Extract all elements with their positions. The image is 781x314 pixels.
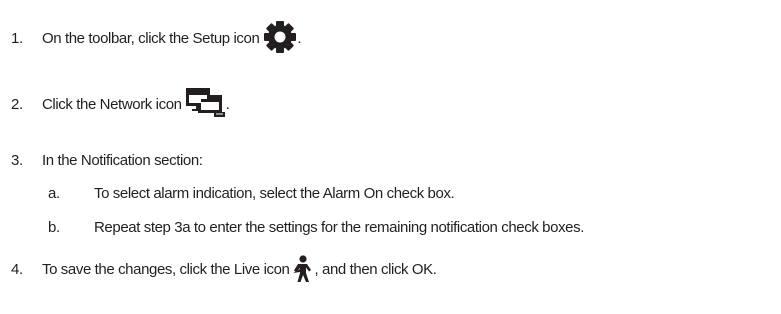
- step-text: To save the changes, click the Live icon: [42, 260, 290, 278]
- step-text-end: , and then click OK.: [314, 260, 437, 278]
- instruction-page: 1. On the toolbar, click the Setup icon .…: [0, 0, 781, 314]
- substep-3b: b. Repeat step 3a to enter the settings f…: [48, 218, 584, 238]
- gear-icon: [263, 20, 297, 54]
- substep-letter: a.: [48, 185, 60, 202]
- step-text: In the Notification section:: [42, 152, 203, 169]
- step-number: 1.: [11, 29, 23, 47]
- step-number: 4.: [11, 260, 23, 278]
- step-text-end: .: [297, 29, 302, 47]
- step-1: 1. On the toolbar, click the Setup icon .: [11, 20, 302, 56]
- network-icon: [185, 86, 226, 118]
- substep-text: To select alarm indication, select the A…: [94, 185, 455, 202]
- step-text: On the toolbar, click the Setup icon: [42, 29, 260, 47]
- substep-3a: a. To select alarm indication, select the…: [48, 184, 455, 204]
- live-person-icon: [292, 255, 314, 283]
- step-number: 3.: [11, 152, 23, 169]
- step-2: 2. Click the Network icon .: [11, 86, 230, 121]
- step-3: 3. In the Notification section:: [11, 151, 203, 171]
- substep-letter: b.: [48, 219, 60, 236]
- substep-text: Repeat step 3a to enter the settings for…: [94, 219, 584, 236]
- step-number: 2.: [11, 95, 23, 113]
- step-text: Click the Network icon: [42, 95, 182, 113]
- step-4: 4. To save the changes, click the Live ic…: [11, 255, 437, 284]
- step-text-end: .: [225, 95, 230, 113]
